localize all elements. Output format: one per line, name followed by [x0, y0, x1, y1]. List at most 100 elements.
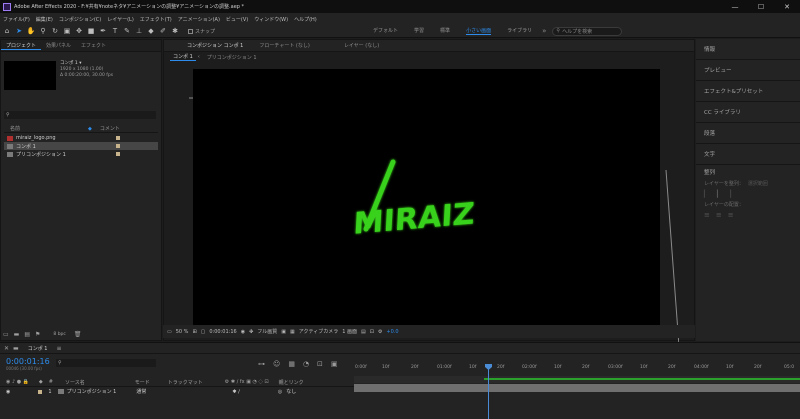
timeline-search-input[interactable]: ⚲ [56, 359, 156, 367]
distribute-middle-icon[interactable]: ≡ [716, 211, 722, 219]
roto-brush-tool-icon[interactable]: ✐ [158, 26, 168, 36]
label-color-swatch[interactable] [116, 144, 120, 148]
flowchart-icon[interactable]: ⚙ [378, 329, 382, 335]
workspace-small-screen[interactable]: 小さい画面 [466, 27, 492, 35]
timeline-timecode[interactable]: 0:00:01:16 [6, 357, 50, 366]
visibility-toggle-icon[interactable]: ◉ [6, 389, 10, 395]
comp-mini-flowchart-icon[interactable]: ⊶ [258, 360, 265, 368]
snap-checkbox[interactable] [188, 28, 193, 34]
parent-pickwhip-icon[interactable]: ◎ [278, 389, 282, 395]
panel-menu-icon[interactable]: ≡ [56, 345, 61, 352]
layer-name[interactable]: プリコンポジション 1 [67, 388, 117, 395]
align-left-icon[interactable]: ▏ [704, 190, 709, 198]
workspace-libraries[interactable]: ライブラリ [507, 27, 532, 35]
interpret-footage-icon[interactable]: ▭ [3, 331, 9, 338]
pan-behind-tool-icon[interactable]: ✥ [74, 26, 84, 36]
column-switches-icon[interactable]: ⚙ ✱ ∕ fx ▣ ◔ ◌ ⊡ [225, 379, 269, 385]
menu-help[interactable]: ヘルプ(H) [294, 16, 317, 23]
resolution-select[interactable]: フル画質 [257, 328, 277, 335]
view-layout-select[interactable]: 1 画面 [342, 328, 357, 335]
tab-flowchart[interactable]: フローチャート (なし) [254, 42, 314, 49]
panel-info[interactable]: 情報 [696, 39, 800, 60]
bit-depth-label[interactable]: 8 bpc [53, 332, 65, 337]
menu-effect[interactable]: エフェクト(T) [140, 16, 172, 23]
layer-mode-select[interactable]: 通常 [136, 388, 146, 395]
distribute-top-icon[interactable]: ≡ [704, 211, 710, 219]
column-comment[interactable]: コメント [100, 125, 120, 132]
project-settings-icon[interactable]: ⚑ [35, 331, 40, 338]
rotate-tool-icon[interactable]: ↻ [50, 26, 60, 36]
snapshot-icon[interactable]: ◉ [241, 329, 245, 335]
type-tool-icon[interactable]: T [110, 26, 120, 36]
menu-file[interactable]: ファイル(F) [3, 16, 30, 23]
close-button[interactable]: ✕ [774, 0, 800, 13]
layer-duration-bar[interactable] [354, 384, 800, 392]
camera-view-select[interactable]: アクティブカメラ [299, 328, 338, 335]
menu-edit[interactable]: 編集(E) [36, 16, 53, 23]
render-queue-icon[interactable]: ▬ [13, 345, 19, 352]
fast-previews-icon[interactable]: ▤ [361, 329, 366, 335]
clone-stamp-tool-icon[interactable]: ⊥ [134, 26, 144, 36]
menu-view[interactable]: ビュー(V) [226, 16, 248, 23]
camera-tool-icon[interactable]: ▣ [62, 26, 72, 36]
graph-editor-icon[interactable]: ⊡ [317, 360, 323, 368]
workspace-standard[interactable]: 標準 [440, 27, 450, 35]
maximize-button[interactable]: ☐ [748, 0, 774, 13]
current-time-indicator[interactable] [488, 364, 489, 419]
rectangle-tool-icon[interactable]: ■ [86, 26, 96, 36]
label-column-icon[interactable]: ◆ [88, 126, 92, 132]
current-time-display[interactable]: 0:00:01:16 [209, 329, 236, 335]
home-icon[interactable]: ⌂ [2, 26, 12, 36]
help-search-input[interactable]: ⚲ ヘルプを検索 [552, 26, 623, 36]
puppet-pin-tool-icon[interactable]: ✱ [170, 26, 180, 36]
project-search-input[interactable]: ⚲ [4, 111, 156, 119]
menu-layer[interactable]: レイヤー(L) [107, 16, 134, 23]
new-folder-icon[interactable]: ▬ [14, 331, 20, 338]
panel-paragraph[interactable]: 段落 [696, 123, 800, 144]
new-composition-icon[interactable]: ▤ [24, 331, 30, 338]
frame-blending-icon[interactable]: ▦ [288, 360, 295, 368]
shy-layers-icon[interactable]: ☺ [273, 360, 280, 368]
label-column-icon[interactable]: ◆ [39, 379, 43, 385]
region-of-interest-icon[interactable]: ▣ [281, 329, 286, 335]
workspace-learn[interactable]: 学習 [414, 27, 424, 35]
layer-parent-select[interactable]: なし [286, 388, 296, 395]
list-item[interactable]: miraiz_logo.png [4, 134, 158, 142]
eraser-tool-icon[interactable]: ◆ [146, 26, 156, 36]
menu-animation[interactable]: アニメーション(A) [178, 16, 220, 23]
label-color-swatch[interactable] [116, 152, 120, 156]
distribute-bottom-icon[interactable]: ≡ [728, 211, 734, 219]
pen-tool-icon[interactable]: ✒ [98, 26, 108, 36]
column-parent[interactable]: 親とリンク [279, 379, 304, 386]
menu-window[interactable]: ウィンドウ(W) [254, 16, 288, 23]
av-features-icon[interactable]: ◉ ♪ ● 🔒 [6, 379, 29, 385]
exposure-value[interactable]: +0.0 [386, 329, 398, 335]
workspace-overflow-icon[interactable]: » [542, 27, 546, 35]
table-row[interactable]: ◉ 1 プリコンポジション 1 通常 ✱ ∕ ◎ なし [0, 387, 354, 396]
menu-composition[interactable]: コンポジション(C) [59, 16, 101, 23]
show-channel-icon[interactable]: ✤ [249, 329, 253, 335]
align-to-select[interactable]: 選択範囲 [748, 180, 768, 187]
minimize-button[interactable]: — [722, 0, 748, 13]
column-mode[interactable]: モード [135, 379, 150, 386]
column-source-name[interactable]: ソース名 [65, 379, 85, 386]
zoom-select[interactable]: 50 % [176, 329, 189, 335]
list-item[interactable]: コンポ 1 [4, 142, 158, 150]
align-right-icon[interactable]: ▕ [726, 190, 731, 198]
panel-cc-libraries[interactable]: CC ライブラリ [696, 102, 800, 123]
composition-canvas[interactable]: MIRAIZ [193, 69, 660, 325]
panel-character[interactable]: 文字 [696, 144, 800, 165]
motion-blur-icon[interactable]: ◔ [303, 360, 309, 368]
tab-project[interactable]: プロジェクト [1, 42, 42, 50]
column-track-matte[interactable]: トラックマット [168, 379, 203, 386]
transparency-grid-icon[interactable]: ▦ [290, 329, 295, 335]
label-color-swatch[interactable] [116, 136, 120, 140]
selection-tool-icon[interactable]: ➤ [14, 26, 24, 36]
align-center-icon[interactable]: ┃ [715, 190, 719, 198]
close-icon[interactable]: ✕ [4, 345, 9, 352]
safe-margins-icon[interactable]: ⊞ [192, 329, 196, 335]
workspace-default[interactable]: デフォルト [373, 27, 398, 35]
layer-switch-icons[interactable]: ✱ ∕ [232, 389, 239, 395]
hand-tool-icon[interactable]: ✋ [26, 26, 36, 36]
column-name[interactable]: 名前 [10, 125, 20, 132]
